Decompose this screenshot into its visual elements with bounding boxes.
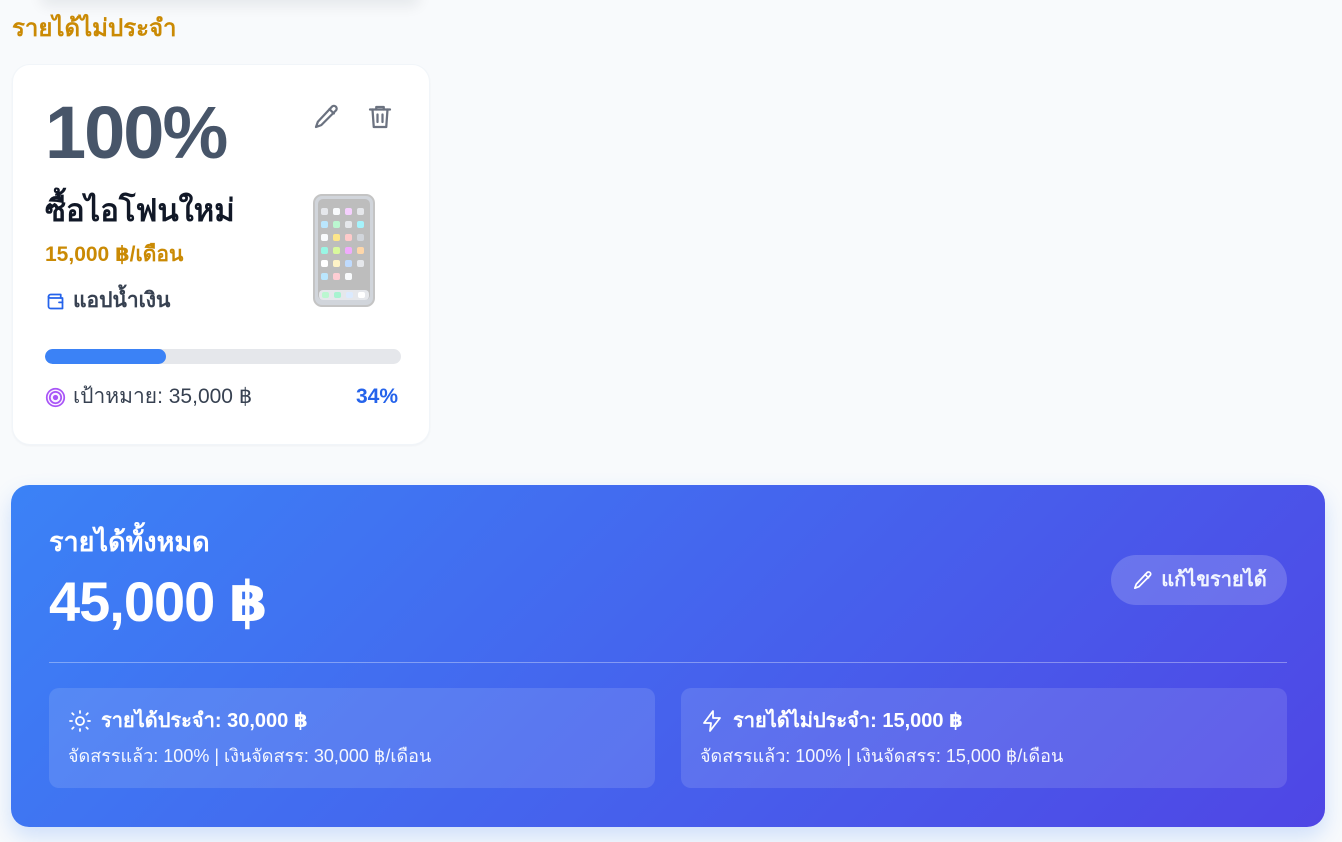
- trash-icon: [368, 105, 392, 129]
- irregular-income-heading: รายได้ไม่ประจำ: [12, 15, 177, 42]
- sun-icon: [69, 710, 91, 732]
- goal-name: ซื้อไอโฟนใหม่: [45, 193, 235, 228]
- regular-income-detail: จัดสรรแล้ว: 100% | เงินจัดสรร: 30,000 ฿/…: [68, 746, 432, 766]
- goal-progress-percent: 34%: [355, 385, 398, 408]
- edit-goal-button[interactable]: [307, 98, 345, 136]
- irregular-income-card-heading: รายได้ไม่ประจำ: 15,000 ฿: [700, 707, 963, 735]
- irregular-income-label: รายได้ไม่ประจำ: 15,000 ฿: [733, 710, 963, 732]
- regular-income-heading: รายได้ประจำ: 30,000 ฿: [68, 707, 308, 735]
- goal-target-label: เป้าหมาย: 35,000 ฿: [73, 385, 253, 408]
- income-summary-card: รายได้ทั้งหมด 45,000 ฿ แก้ไขรายได้ รายได…: [11, 485, 1325, 827]
- goal-progress-fill: [45, 349, 167, 364]
- regular-income-card: รายได้ประจำ: 30,000 ฿ จัดสรรแล้ว: 100% |…: [49, 688, 655, 788]
- phone-icon: [313, 194, 375, 307]
- total-income-label: รายได้ทั้งหมด: [49, 527, 210, 557]
- pencil-icon: [314, 104, 338, 129]
- pencil-icon: [1134, 570, 1152, 589]
- total-income-value: 45,000 ฿: [49, 570, 268, 633]
- goal-card: 100% ซื้อไอโฟนใหม่ 15,000 ฿/เดือน แอปน้ำ…: [12, 64, 430, 445]
- target-icon: [45, 387, 66, 407]
- goal-target: เป้าหมาย: 35,000 ฿: [45, 383, 252, 411]
- summary-divider: [49, 662, 1287, 663]
- edit-income-label: แก้ไขรายได้: [1161, 569, 1267, 591]
- irregular-income-detail: จัดสรรแล้ว: 100% | เงินจัดสรร: 15,000 ฿/…: [700, 746, 1064, 766]
- goal-allocation-percent: 100%: [45, 91, 228, 174]
- delete-goal-button[interactable]: [361, 98, 399, 136]
- edit-income-button[interactable]: แก้ไขรายได้: [1111, 555, 1287, 605]
- goal-monthly-amount: 15,000 ฿/เดือน: [45, 243, 184, 266]
- goal-source: แอปน้ำเงิน: [45, 287, 170, 315]
- goal-source-label: แอปน้ำเงิน: [73, 289, 171, 312]
- irregular-income-card: รายได้ไม่ประจำ: 15,000 ฿ จัดสรรแล้ว: 100…: [681, 688, 1287, 788]
- regular-income-label: รายได้ประจำ: 30,000 ฿: [101, 710, 308, 732]
- goal-progress-bar: [45, 349, 401, 364]
- wallet-icon: [47, 293, 64, 309]
- lightning-icon: [703, 710, 721, 732]
